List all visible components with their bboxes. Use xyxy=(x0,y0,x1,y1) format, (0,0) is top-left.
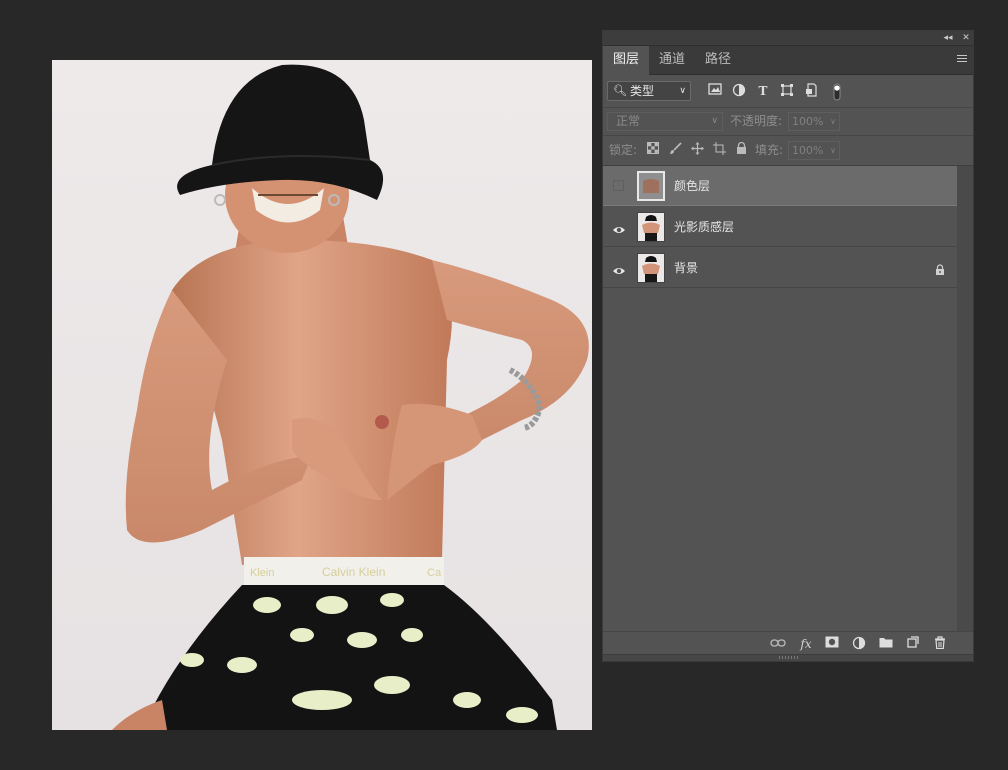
tab-paths[interactable]: 路径 xyxy=(695,46,741,74)
fill-value: 100% xyxy=(792,144,824,157)
adjustment-filter-icon[interactable] xyxy=(731,83,747,99)
layers-scrollbar[interactable] xyxy=(957,166,973,631)
resize-grip-icon[interactable] xyxy=(779,656,799,659)
opacity-value: 100% xyxy=(792,115,824,128)
tab-layers[interactable]: 图层 xyxy=(603,46,649,75)
filter-kind-select[interactable]: 🔍︎ 类型 ∨ xyxy=(607,81,691,101)
fill-label: 填充: xyxy=(755,143,784,157)
layer-row-background[interactable]: 背景 xyxy=(603,248,959,288)
search-icon: 🔍︎ xyxy=(613,84,627,97)
photo-illustration: Calvin Klein Klein Ca xyxy=(112,64,589,730)
layer-thumbnail-photo[interactable] xyxy=(637,212,665,242)
layer-thumbnail-solid-color[interactable] xyxy=(637,171,665,201)
layers-bottom-toolbar: fx xyxy=(603,631,973,656)
panel-tabs: 图层 通道 路径 xyxy=(603,46,973,75)
layer-list: 颜色层 光影质感层 背景 xyxy=(603,166,959,631)
waistband-left-text: Klein xyxy=(250,567,274,579)
group-folder-icon[interactable] xyxy=(877,636,895,652)
lock-image-pixels-icon[interactable] xyxy=(667,142,683,158)
eye-icon[interactable] xyxy=(612,262,626,274)
panel-resize-footer[interactable] xyxy=(603,654,973,661)
type-filter-icon[interactable]: T xyxy=(755,83,771,99)
lock-icon xyxy=(935,261,945,275)
collapse-panel-button[interactable]: ◂◂ xyxy=(941,31,955,45)
tab-channels[interactable]: 通道 xyxy=(649,46,695,74)
chevron-down-icon: ∨ xyxy=(679,86,686,96)
layer-name[interactable]: 颜色层 xyxy=(674,166,710,206)
adjustment-layer-icon[interactable] xyxy=(850,636,868,652)
new-layer-icon[interactable] xyxy=(904,636,922,652)
opacity-label: 不透明度: xyxy=(730,114,783,128)
lock-all-icon[interactable] xyxy=(733,141,749,158)
panel-title-bar[interactable]: ◂◂ ✕ xyxy=(603,31,973,46)
layer-name[interactable]: 光影质感层 xyxy=(674,207,734,247)
blend-row: 正常 ∨ 不透明度: 100% ∨ xyxy=(603,108,973,136)
blend-mode-value: 正常 xyxy=(616,114,641,128)
layer-row-color-layer[interactable]: 颜色层 xyxy=(603,166,959,206)
fx-icon[interactable]: fx xyxy=(797,636,815,652)
chevron-down-icon: ∨ xyxy=(711,116,718,126)
layers-panel: ◂◂ ✕ 图层 通道 路径 🔍︎ 类型 ∨ T 正常 ∨ 不透明度: 100% … xyxy=(602,30,974,662)
link-layers-icon[interactable] xyxy=(769,636,787,652)
visibility-toggle-off[interactable] xyxy=(613,180,624,191)
delete-icon[interactable] xyxy=(931,636,949,652)
filter-kind-value: 类型 xyxy=(630,84,655,98)
fill-field[interactable]: 100% ∨ xyxy=(788,141,840,160)
chevron-down-icon: ∨ xyxy=(830,117,836,126)
opacity-field[interactable]: 100% ∨ xyxy=(788,112,840,131)
lock-row: 锁定: 填充: 100% ∨ xyxy=(603,136,973,166)
lock-label: 锁定: xyxy=(609,143,638,157)
filter-toggle-icon[interactable] xyxy=(829,83,845,101)
layer-thumbnail-photo[interactable] xyxy=(637,253,665,283)
mask-icon[interactable] xyxy=(823,636,841,652)
waistband-brand-text: Calvin Klein xyxy=(322,565,385,579)
layer-row-lighting-texture[interactable]: 光影质感层 xyxy=(603,207,959,247)
lock-transparent-pixels-icon[interactable] xyxy=(645,142,661,158)
lock-artboard-icon[interactable] xyxy=(711,142,727,158)
lock-position-icon[interactable] xyxy=(689,142,705,158)
panel-menu-icon[interactable] xyxy=(957,55,967,65)
waistband-right-text: Ca xyxy=(427,567,442,579)
close-panel-button[interactable]: ✕ xyxy=(959,31,973,45)
eye-icon[interactable] xyxy=(612,221,626,233)
layer-filter-row: 🔍︎ 类型 ∨ T xyxy=(603,75,973,108)
shape-filter-icon[interactable] xyxy=(779,83,795,99)
canvas-image[interactable]: Calvin Klein Klein Ca xyxy=(52,60,592,730)
image-filter-icon[interactable] xyxy=(707,83,723,99)
blend-mode-select[interactable]: 正常 ∨ xyxy=(607,112,723,131)
smart-object-filter-icon[interactable] xyxy=(803,83,819,99)
chevron-down-icon: ∨ xyxy=(830,146,836,155)
layer-name[interactable]: 背景 xyxy=(674,248,698,288)
